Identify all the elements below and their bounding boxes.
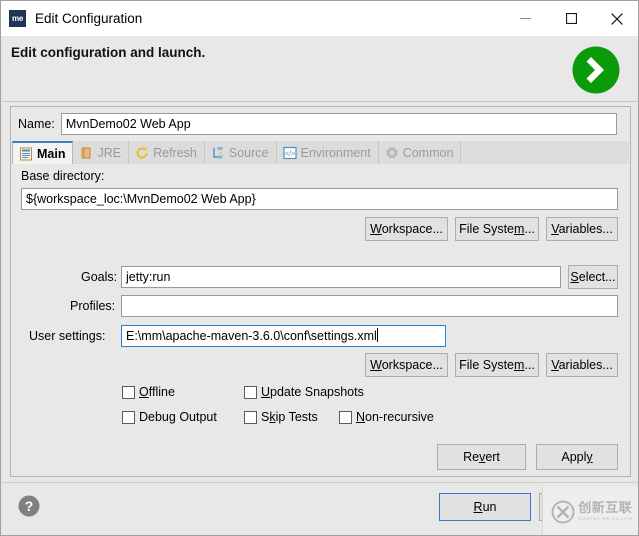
close-icon (611, 13, 623, 25)
watermark-overlay: 创新互联 CHUANG XIN HU LIAN (542, 487, 639, 536)
checkbox-debug-output-label: Debug Output (139, 410, 217, 424)
checkbox-box (122, 386, 135, 399)
document-icon (19, 147, 33, 161)
name-row: Name: MvnDemo02 Web App (11, 111, 630, 137)
configuration-content: Name: MvnDemo02 Web App Main (10, 106, 631, 477)
header-title: Edit configuration and launch. (11, 45, 205, 60)
green-run-arrow-icon (571, 45, 621, 95)
watermark-pinyin-text: CHUANG XIN HU LIAN (578, 517, 632, 522)
base-file-system-button[interactable]: File System... (455, 217, 539, 241)
window-controls (502, 1, 639, 36)
base-workspace-button[interactable]: Workspace... (365, 217, 448, 241)
close-button[interactable] (594, 1, 639, 36)
checkbox-offline[interactable]: Offline (122, 385, 175, 399)
tab-refresh[interactable]: Refresh (129, 141, 205, 164)
tab-main[interactable]: Main (12, 141, 73, 165)
checkbox-box (244, 386, 257, 399)
checkbox-box (244, 411, 257, 424)
tree-icon (211, 146, 225, 160)
user-settings-value: E:\mm\apache-maven-3.6.0\conf\settings.x… (126, 329, 377, 343)
tab-jre-label: JRE (97, 146, 121, 160)
gear-icon (385, 146, 399, 160)
edit-configuration-dialog: me Edit Configuration Edit confi (0, 0, 639, 536)
dialog-header: Edit configuration and launch. (2, 36, 639, 102)
minimize-icon (520, 13, 531, 24)
goals-label: Goals: (81, 270, 117, 284)
goals-select-button[interactable]: Select... (568, 265, 618, 289)
tab-bar: Main JRE Refresh (12, 141, 629, 165)
apply-button[interactable]: Apply (536, 444, 618, 470)
code-icon: </> (283, 146, 297, 160)
run-button[interactable]: Run (439, 493, 531, 521)
settings-variables-button[interactable]: Variables... (546, 353, 618, 377)
tab-source[interactable]: Source (205, 141, 277, 164)
circle-x-logo-icon (551, 500, 575, 524)
tab-refresh-label: Refresh (153, 146, 197, 160)
checkbox-update-snapshots[interactable]: Update Snapshots (244, 385, 364, 399)
book-icon (79, 146, 93, 160)
maximize-icon (566, 13, 577, 24)
refresh-icon (135, 146, 149, 160)
svg-text:?: ? (25, 498, 34, 514)
svg-text:</>: </> (284, 151, 294, 158)
help-question-icon[interactable]: ? (18, 495, 40, 517)
checkbox-non-recursive[interactable]: Non-recursive (339, 410, 434, 424)
name-label: Name: (18, 117, 55, 131)
tab-main-label: Main (37, 147, 65, 161)
tab-environment-label: Environment (301, 146, 371, 160)
tab-environment[interactable]: </> Environment (277, 141, 379, 164)
settings-file-system-button[interactable]: File System... (455, 353, 539, 377)
user-settings-label: User settings: (29, 329, 105, 343)
maven-eclipse-icon: me (9, 10, 26, 27)
window-title: Edit Configuration (35, 11, 142, 26)
checkbox-skip-tests[interactable]: Skip Tests (244, 410, 318, 424)
base-directory-input[interactable]: ${workspace_loc:\MvnDemo02 Web App} (21, 188, 618, 210)
settings-workspace-button[interactable]: Workspace... (365, 353, 448, 377)
tab-common-label: Common (403, 146, 454, 160)
tab-source-label: Source (229, 146, 269, 160)
checkbox-non-recursive-label: Non-recursive (356, 410, 434, 424)
profiles-input[interactable] (121, 295, 618, 317)
revert-button[interactable]: Revert (437, 444, 526, 470)
tab-jre[interactable]: JRE (73, 141, 129, 164)
minimize-button[interactable] (502, 1, 548, 36)
base-variables-button[interactable]: Variables... (546, 217, 618, 241)
checkbox-offline-label: Offline (139, 385, 175, 399)
checkbox-update-snapshots-label: Update Snapshots (261, 385, 364, 399)
text-caret (377, 328, 378, 342)
title-bar: me Edit Configuration (1, 1, 639, 36)
tab-common[interactable]: Common (379, 141, 462, 164)
name-input[interactable]: MvnDemo02 Web App (61, 113, 617, 135)
checkbox-box (122, 411, 135, 424)
main-tab-panel: Base directory: ${workspace_loc:\MvnDemo… (12, 164, 629, 476)
profiles-label: Profiles: (70, 299, 115, 313)
checkbox-box (339, 411, 352, 424)
checkbox-skip-tests-label: Skip Tests (261, 410, 318, 424)
watermark-chinese-text: 创新互联 (578, 502, 632, 515)
base-directory-label: Base directory: (21, 169, 104, 183)
goals-input[interactable]: jetty:run (121, 266, 561, 288)
maximize-button[interactable] (548, 1, 594, 36)
checkbox-debug-output[interactable]: Debug Output (122, 410, 217, 424)
run-button-label: Run (474, 500, 497, 514)
user-settings-input[interactable]: E:\mm\apache-maven-3.6.0\conf\settings.x… (121, 325, 446, 347)
